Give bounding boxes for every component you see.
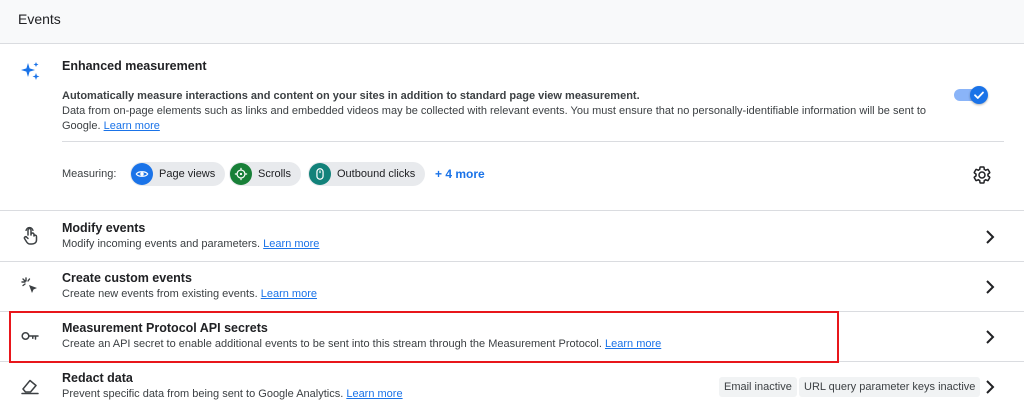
chevron-right-icon[interactable] (983, 228, 997, 246)
row-redact-data[interactable]: Redact data Prevent specific data from b… (0, 362, 1024, 413)
chevron-right-icon[interactable] (983, 378, 997, 396)
row-desc-text: Create new events from existing events. (62, 288, 258, 300)
more-events-link[interactable]: + 4 more (435, 167, 485, 181)
row-title: Measurement Protocol API secrets (62, 321, 268, 335)
chip-scrolls[interactable]: Scrolls (229, 162, 302, 186)
row-desc-text: Prevent specific data from being sent to… (62, 388, 344, 400)
url-query-status-badge: URL query parameter keys inactive (799, 377, 981, 397)
measuring-label: Measuring: (62, 168, 117, 180)
chip-outbound-clicks[interactable]: Outbound clicks (308, 162, 426, 186)
custom-events-learn-more-link[interactable]: Learn more (261, 288, 317, 300)
email-status-badge: Email inactive (719, 377, 797, 397)
click-icon (21, 277, 37, 293)
row-description: Prevent specific data from being sent to… (62, 388, 403, 400)
row-modify-events[interactable]: Modify events Modify incoming events and… (0, 212, 1024, 262)
touch-icon (23, 226, 38, 245)
enhanced-measurement-title: Enhanced measurement (62, 59, 207, 73)
eye-icon (131, 163, 153, 185)
enhanced-measurement-card: Enhanced measurement Automatically measu… (0, 45, 1024, 211)
mouse-icon (309, 163, 331, 185)
modify-events-learn-more-link[interactable]: Learn more (263, 238, 319, 250)
row-desc-text: Create an API secret to enable additiona… (62, 338, 602, 350)
enhanced-measurement-desc-text: Data from on-page elements such as links… (62, 105, 926, 132)
eraser-icon (21, 379, 39, 395)
row-title: Redact data (62, 371, 133, 385)
chip-label: Scrolls (258, 168, 292, 180)
enhanced-measurement-learn-more-link[interactable]: Learn more (104, 120, 160, 132)
chevron-right-icon[interactable] (983, 278, 997, 296)
chip-label: Outbound clicks (337, 168, 416, 180)
check-icon (974, 91, 984, 99)
row-desc-text: Modify incoming events and parameters. (62, 238, 261, 250)
page-title: Events (18, 11, 61, 27)
row-description: Modify incoming events and parameters. L… (62, 238, 319, 250)
api-secrets-learn-more-link[interactable]: Learn more (605, 338, 661, 350)
gear-icon[interactable] (972, 165, 992, 185)
chip-page-views[interactable]: Page views (130, 162, 226, 186)
chevron-right-icon[interactable] (983, 328, 997, 346)
crosshair-icon (230, 163, 252, 185)
enhanced-measurement-description: Data from on-page elements such as links… (62, 104, 962, 134)
row-title: Create custom events (62, 271, 192, 285)
row-measurement-protocol-api-secrets[interactable]: Measurement Protocol API secrets Create … (0, 312, 1024, 362)
events-header: Events (0, 0, 1024, 44)
row-title: Modify events (62, 221, 146, 235)
redact-data-learn-more-link[interactable]: Learn more (346, 388, 402, 400)
row-description: Create an API secret to enable additiona… (62, 338, 661, 350)
key-icon (21, 331, 39, 341)
section-divider (62, 141, 1004, 142)
sparkle-icon (21, 62, 40, 80)
row-create-custom-events[interactable]: Create custom events Create new events f… (0, 262, 1024, 312)
toggle-knob (970, 86, 988, 104)
row-description: Create new events from existing events. … (62, 288, 317, 300)
enhanced-measurement-summary: Automatically measure interactions and c… (62, 90, 640, 102)
enhanced-measurement-toggle[interactable] (954, 86, 988, 104)
chip-label: Page views (159, 168, 216, 180)
